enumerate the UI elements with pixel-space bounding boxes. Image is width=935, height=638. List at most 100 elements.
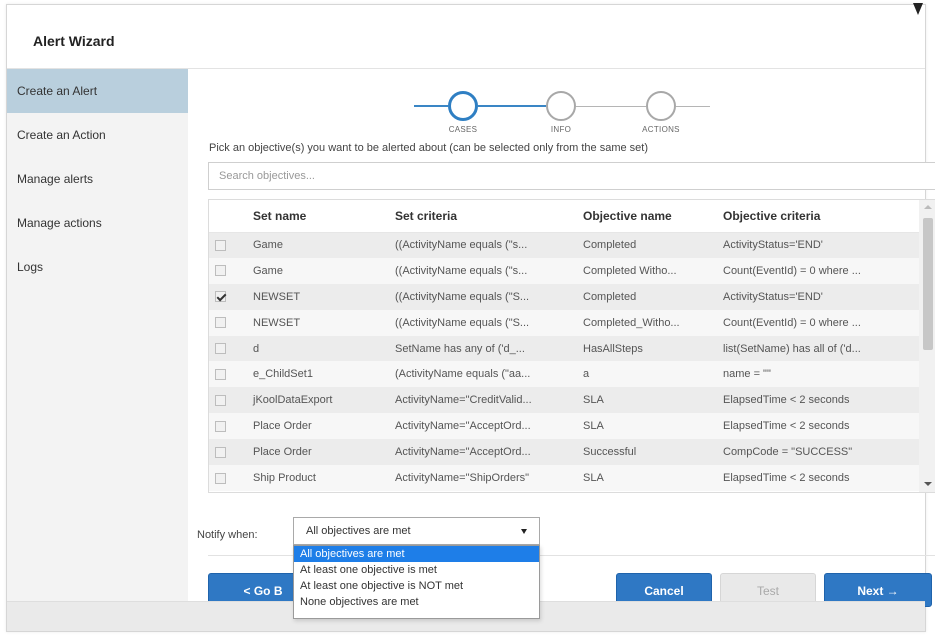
notify-when-select[interactable]: All objectives are met [293,517,540,545]
cell-set-name: Ship Product [247,465,389,491]
stepper-line-active [478,105,546,107]
dialog-header: Alert Wizard [7,3,925,69]
column-header-set-criteria[interactable]: Set criteria [389,200,577,233]
table-row[interactable]: d SetName has any of ('d_... HasAllSteps… [209,335,919,362]
step-cases-circle-icon [448,91,478,121]
objectives-table: Set name Set criteria Objective name Obj… [208,199,935,493]
cell-set-criteria: ActivityName="ShipOrders" [389,465,577,491]
cell-set-criteria: ((ActivityName equals ("s... [389,232,577,258]
notify-when-label: Notify when: [197,529,258,541]
notify-options-dropdown: All objectives are met At least one obje… [293,545,540,619]
notify-selected-value: All objectives are met [306,525,411,537]
cell-set-criteria: ActivityName="AcceptOrd... [389,413,577,440]
notify-option-all-met[interactable]: All objectives are met [294,546,539,562]
cell-objective-name: SLA [577,387,717,414]
cell-set-criteria: (ActivityName equals ("aa... [389,361,577,388]
alert-wizard-dialog: Alert Wizard Create an Alert Create an A… [6,3,935,632]
cell-objective-criteria: ElapsedTime < 2 seconds [717,465,919,491]
cell-objective-name: Completed [577,283,717,310]
sidebar-item-create-action[interactable]: Create an Action [7,113,188,157]
cell-set-name: NEWSET [247,283,389,310]
cell-objective-name: HasAllSteps [577,335,717,362]
cell-objective-name: Completed Witho... [577,257,717,284]
row-checkbox-checked[interactable] [215,291,226,303]
row-checkbox[interactable] [215,446,226,458]
cell-set-name: Place Order [247,439,389,466]
dialog-title: Alert Wizard [33,33,115,49]
cell-objective-criteria: ActivityStatus='END' [717,232,919,258]
sidebar-item-manage-alerts[interactable]: Manage alerts [7,157,188,201]
scroll-up-arrow-icon[interactable] [924,205,932,209]
table-row[interactable]: Place Order ActivityName="AcceptOrd... S… [209,413,919,440]
cell-objective-name: Completed [577,232,717,258]
table-row[interactable]: Game ((ActivityName equals ("s... Comple… [209,232,919,258]
column-header-set-name[interactable]: Set name [247,200,389,233]
cell-set-name: Game [247,257,389,284]
wizard-sidebar: Create an Alert Create an Action Manage … [7,69,188,601]
scrollbar-thumb[interactable] [923,218,933,350]
column-header-select [209,200,247,233]
table-row[interactable]: NEWSET ((ActivityName equals ("S... Comp… [209,309,919,336]
stepper-line-inactive [676,106,710,107]
cell-set-name: Place Order [247,413,389,440]
cell-set-criteria: ((ActivityName equals ("s... [389,257,577,284]
cell-objective-name: SLA [577,413,717,440]
table-row[interactable]: e_ChildSet1 (ActivityName equals ("aa...… [209,361,919,388]
cell-objective-criteria: Count(EventId) = 0 where ... [717,309,919,336]
table-header-row: Set name Set criteria Objective name Obj… [209,200,919,233]
row-checkbox[interactable] [215,265,226,277]
row-checkbox[interactable] [215,239,226,251]
wizard-stepper: CASES INFO ACTIONS [414,87,714,135]
cell-objective-name: Completed_Witho... [577,309,717,336]
stepper-line-inactive [576,106,646,107]
row-checkbox[interactable] [215,420,226,432]
cell-objective-criteria: ActivityStatus='END' [717,283,919,310]
sidebar-item-logs[interactable]: Logs [7,245,188,289]
step-label-cases: CASES [448,125,478,134]
table-row[interactable]: Ship Product ActivityName="ShipOrders" S… [209,465,919,491]
sidebar-item-manage-actions[interactable]: Manage actions [7,201,188,245]
row-checkbox[interactable] [215,317,226,329]
wizard-content: CASES INFO ACTIONS Pick an objective(s) … [188,69,935,619]
chevron-down-icon[interactable] [521,529,527,534]
table-row[interactable]: jKoolDataExport ActivityName="CreditVali… [209,387,919,414]
cell-set-name: jKoolDataExport [247,387,389,414]
cell-set-name: d [247,335,389,362]
table-row[interactable]: Place Order ActivityName="AcceptOrd... S… [209,439,919,466]
cell-set-criteria: ((ActivityName equals ("S... [389,309,577,336]
cell-objective-criteria: name = "" [717,361,919,388]
column-header-objective-criteria[interactable]: Objective criteria [717,200,919,233]
instruction-text: Pick an objective(s) you want to be aler… [209,142,649,154]
stepper-line-active [414,105,448,107]
table-vertical-scrollbar[interactable] [919,200,935,492]
row-checkbox[interactable] [215,394,226,406]
row-checkbox[interactable] [215,368,226,380]
cell-objective-criteria: CompCode = "SUCCESS" [717,439,919,466]
cell-objective-name: SLA [577,465,717,491]
notify-option-one-not-met[interactable]: At least one objective is NOT met [294,578,539,594]
cell-objective-criteria: ElapsedTime < 2 seconds [717,413,919,440]
table-row[interactable]: Game ((ActivityName equals ("s... Comple… [209,257,919,284]
notify-option-none-met[interactable]: None objectives are met [294,594,539,610]
cell-set-name: Game [247,232,389,258]
cell-set-name: e_ChildSet1 [247,361,389,388]
cell-set-criteria: ActivityName="CreditValid... [389,387,577,414]
table-row[interactable]: NEWSET ((ActivityName equals ("S... Comp… [209,283,919,310]
cell-set-name: NEWSET [247,309,389,336]
step-label-info: INFO [550,125,572,134]
sidebar-item-create-alert[interactable]: Create an Alert [7,69,188,113]
corner-marker-icon [913,3,923,15]
cell-set-criteria: ((ActivityName equals ("S... [389,283,577,310]
step-info-circle-icon [546,91,576,121]
cell-objective-criteria: ElapsedTime < 2 seconds [717,387,919,414]
scroll-down-arrow-icon[interactable] [924,482,932,486]
cell-objective-name: Successful [577,439,717,466]
column-header-objective-name[interactable]: Objective name [577,200,717,233]
cell-objective-criteria: Count(EventId) = 0 where ... [717,257,919,284]
row-checkbox[interactable] [215,343,226,355]
notify-option-one-met[interactable]: At least one objective is met [294,562,539,578]
search-objectives-input[interactable] [208,162,935,190]
cell-objective-name: a [577,361,717,388]
step-label-actions: ACTIONS [642,125,680,134]
row-checkbox[interactable] [215,472,226,484]
